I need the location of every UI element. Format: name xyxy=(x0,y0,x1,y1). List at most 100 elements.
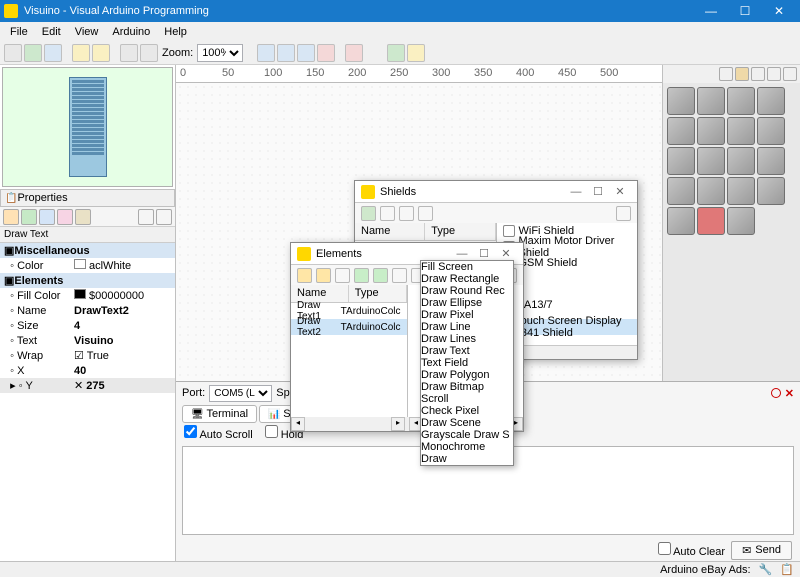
prop-btn-2[interactable] xyxy=(21,209,37,225)
autoscroll-checkbox[interactable]: Auto Scroll xyxy=(184,425,253,441)
popup-draw-polygon[interactable]: Draw Polygon xyxy=(421,369,513,381)
prop-text[interactable]: ◦ TextVisuino xyxy=(0,333,175,348)
prop-btn-5[interactable] xyxy=(75,209,91,225)
elements-left-list[interactable]: NameType Draw Text1TArduinoColc Draw Tex… xyxy=(291,285,408,417)
component-9[interactable] xyxy=(667,147,695,175)
popup-draw-line[interactable]: Draw Line xyxy=(421,321,513,333)
grid-icon[interactable] xyxy=(140,44,158,62)
popup-scroll[interactable]: Scroll xyxy=(421,393,513,405)
shields-close-icon[interactable]: ✕ xyxy=(609,185,631,198)
zoom-in-icon[interactable] xyxy=(257,44,275,62)
component-15[interactable] xyxy=(727,177,755,205)
palette-cat3-icon[interactable] xyxy=(783,67,797,81)
elem-tb-3[interactable] xyxy=(335,268,350,283)
prop-collapse-icon[interactable] xyxy=(138,209,154,225)
component-10[interactable] xyxy=(697,147,725,175)
component-4[interactable] xyxy=(757,87,785,115)
popup-check-pixel[interactable]: Check Pixel xyxy=(421,405,513,417)
component-7[interactable] xyxy=(727,117,755,145)
close-button[interactable]: ✕ xyxy=(762,0,796,22)
component-11[interactable] xyxy=(727,147,755,175)
component-12[interactable] xyxy=(757,147,785,175)
group-elements[interactable]: ▣ Elements xyxy=(0,273,175,288)
prop-color[interactable]: ◦ ColoraclWhite xyxy=(0,258,175,273)
new-icon[interactable] xyxy=(4,44,22,62)
elem-add2-icon[interactable] xyxy=(373,268,388,283)
upload-icon[interactable] xyxy=(387,44,405,62)
popup-draw-scene[interactable]: Draw Scene xyxy=(421,417,513,429)
group-misc[interactable]: ▣ Miscellaneous xyxy=(0,243,175,258)
property-tree[interactable]: ▣ Miscellaneous ◦ ColoraclWhite ▣ Elemen… xyxy=(0,243,175,577)
prop-btn-3[interactable] xyxy=(39,209,55,225)
shields-header[interactable]: Shields — ☐ ✕ xyxy=(355,181,637,203)
send-button[interactable]: ✉ Send xyxy=(731,541,792,560)
popup-draw-ellipse[interactable]: Draw Ellipse xyxy=(421,297,513,309)
tool-icon-1[interactable] xyxy=(317,44,335,62)
shields-min-icon[interactable]: — xyxy=(565,186,587,198)
prop-size[interactable]: ◦ Size4 xyxy=(0,318,175,333)
zoom-out-icon[interactable] xyxy=(277,44,295,62)
popup-draw-bitmap[interactable]: Draw Bitmap xyxy=(421,381,513,393)
prop-y[interactable]: ▸ ◦ Y✕ 275 xyxy=(0,378,175,393)
port-select[interactable]: COM5 (L xyxy=(209,385,272,402)
shield-del-icon[interactable] xyxy=(380,206,395,221)
component-8[interactable] xyxy=(757,117,785,145)
shield-add-icon[interactable] xyxy=(361,206,376,221)
prop-fillcolor[interactable]: ◦ Fill Color$00000000 xyxy=(0,288,175,303)
menu-view[interactable]: View xyxy=(69,24,105,40)
elem-add-icon[interactable] xyxy=(354,268,369,283)
prop-x[interactable]: ◦ X40 xyxy=(0,363,175,378)
component-13[interactable] xyxy=(667,177,695,205)
component-5[interactable] xyxy=(667,117,695,145)
verify-icon[interactable] xyxy=(407,44,425,62)
delete-icon[interactable] xyxy=(345,44,363,62)
elem-up-icon[interactable] xyxy=(392,268,407,283)
undo-icon[interactable] xyxy=(72,44,90,62)
elements-close-icon[interactable]: ✕ xyxy=(495,247,517,260)
elements-max-icon[interactable]: ☐ xyxy=(473,247,495,260)
popup-draw-text[interactable]: Draw Text xyxy=(421,345,513,357)
palette-cat1-icon[interactable] xyxy=(751,67,765,81)
prop-wrap[interactable]: ◦ Wrap☑ True xyxy=(0,348,175,363)
delete-log-icon[interactable]: ✕ xyxy=(785,387,794,400)
prop-name[interactable]: ◦ NameDrawText2 xyxy=(0,303,175,318)
autoclear-checkbox[interactable]: Auto Clear xyxy=(658,542,725,558)
layers-icon[interactable] xyxy=(120,44,138,62)
zoom-select[interactable]: 100% xyxy=(197,44,243,62)
component-14[interactable] xyxy=(697,177,725,205)
elements-min-icon[interactable]: — xyxy=(451,248,473,260)
popup-monochrome-draw[interactable]: Monochrome Draw xyxy=(421,441,513,465)
palette-filter-icon[interactable] xyxy=(719,67,733,81)
component-preview[interactable] xyxy=(2,67,173,187)
popup-text-field[interactable]: Text Field xyxy=(421,357,513,369)
popup-draw-lines[interactable]: Draw Lines xyxy=(421,333,513,345)
prop-btn-1[interactable] xyxy=(3,209,19,225)
menu-edit[interactable]: Edit xyxy=(36,24,67,40)
popup-draw-rectangle[interactable]: Draw Rectangle xyxy=(421,273,513,285)
shield-up-icon[interactable] xyxy=(399,206,414,221)
minimize-button[interactable]: — xyxy=(694,0,728,22)
shield-filter-icon[interactable] xyxy=(616,206,631,221)
component-2[interactable] xyxy=(697,87,725,115)
open-icon[interactable] xyxy=(24,44,42,62)
shield-down-icon[interactable] xyxy=(418,206,433,221)
component-1[interactable] xyxy=(667,87,695,115)
popup-grayscale-draw[interactable]: Grayscale Draw S xyxy=(421,429,513,441)
popup-draw-round-rec[interactable]: Draw Round Rec xyxy=(421,285,513,297)
component-6[interactable] xyxy=(697,117,725,145)
record-icon[interactable] xyxy=(771,388,781,398)
component-17[interactable] xyxy=(667,207,695,235)
palette-search-icon[interactable] xyxy=(735,67,749,81)
popup-draw-pixel[interactable]: Draw Pixel xyxy=(421,309,513,321)
prop-btn-4[interactable] xyxy=(57,209,73,225)
save-icon[interactable] xyxy=(44,44,62,62)
popup-fill-screen[interactable]: Fill Screen xyxy=(421,261,513,273)
maximize-button[interactable]: ☐ xyxy=(728,0,762,22)
status-icon-1[interactable]: 🔧 xyxy=(759,563,773,576)
shields-max-icon[interactable]: ☐ xyxy=(587,185,609,198)
elem-tb-2[interactable] xyxy=(316,268,331,283)
zoom-fit-icon[interactable] xyxy=(297,44,315,62)
menu-file[interactable]: File xyxy=(4,24,34,40)
component-18[interactable] xyxy=(697,207,725,235)
prop-expand-icon[interactable] xyxy=(156,209,172,225)
